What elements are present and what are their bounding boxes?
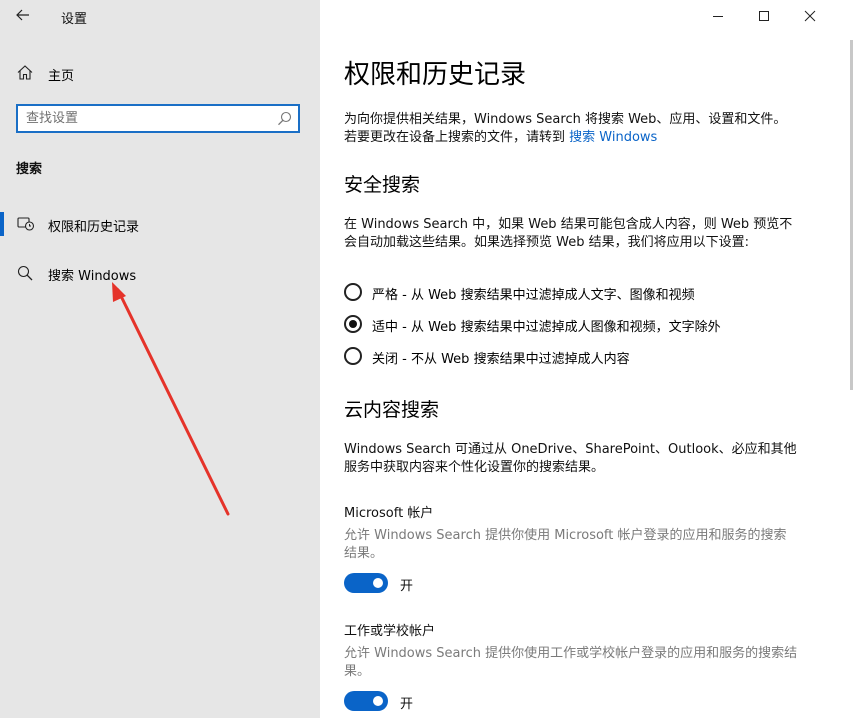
work-school-account-toggle[interactable] — [344, 691, 388, 711]
radio-off[interactable]: 关闭 - 不从 Web 搜索结果中过滤掉成人内容 — [344, 346, 814, 368]
back-button[interactable] — [10, 5, 36, 27]
title-bar: 设置 — [0, 0, 320, 32]
safe-search-heading: 安全搜索 — [344, 174, 421, 196]
radio-selected-dot — [349, 320, 357, 328]
back-arrow-icon — [16, 9, 29, 21]
sidebar-section-label: 搜索 — [16, 162, 43, 177]
search-box[interactable] — [16, 104, 300, 133]
sidebar-item-label: 主页 — [48, 69, 75, 84]
radio-label: 适中 - 从 Web 搜索结果中过滤掉成人图像和视频，文字除外 — [372, 320, 721, 335]
maximize-icon — [759, 11, 769, 21]
sidebar-item-label: 权限和历史记录 — [48, 220, 140, 235]
radio-moderate[interactable]: 适中 - 从 Web 搜索结果中过滤掉成人图像和视频，文字除外 — [344, 314, 814, 336]
radio-button[interactable] — [344, 283, 362, 301]
work-school-account-description: 允许 Windows Search 提供你使用工作或学校帐户登录的应用和服务的搜… — [344, 646, 798, 679]
intro-text-body: 为向你提供相关结果，Windows Search 将搜索 Web、应用、设置和文… — [344, 112, 787, 145]
microsoft-account-title: Microsoft 帐户 — [344, 506, 434, 521]
search-windows-link[interactable]: 搜索 Windows — [569, 130, 657, 145]
permissions-history-icon — [17, 217, 35, 231]
radio-strict[interactable]: 严格 - 从 Web 搜索结果中过滤掉成人文字、图像和视频 — [344, 282, 814, 304]
minimize-icon — [713, 16, 723, 17]
radio-button[interactable] — [344, 347, 362, 365]
sidebar-item-search-windows[interactable]: 搜索 Windows — [0, 255, 320, 291]
intro-text: 为向你提供相关结果，Windows Search 将搜索 Web、应用、设置和文… — [344, 111, 799, 147]
page-title: 权限和历史记录 — [344, 60, 527, 90]
search-input[interactable] — [26, 109, 271, 127]
close-button[interactable] — [787, 0, 833, 32]
scrollbar[interactable] — [850, 40, 853, 390]
toggle-label: 开 — [400, 697, 414, 712]
sidebar: 设置 主页 搜索 权限和历史记录 搜索 Windows — [0, 0, 320, 718]
toggle-knob — [373, 696, 383, 706]
close-icon — [804, 10, 816, 22]
search-icon — [17, 265, 33, 281]
cloud-search-heading: 云内容搜索 — [344, 399, 440, 421]
window-controls — [695, 0, 855, 32]
safe-search-description: 在 Windows Search 中，如果 Web 结果可能包含成人内容，则 W… — [344, 217, 793, 250]
home-icon — [17, 65, 33, 80]
work-school-account-title: 工作或学校帐户 — [344, 624, 436, 639]
sidebar-item-home[interactable]: 主页 — [0, 56, 320, 90]
search-icon[interactable] — [277, 111, 292, 126]
app-title: 设置 — [61, 12, 88, 27]
sidebar-item-permissions-history[interactable]: 权限和历史记录 — [0, 206, 320, 242]
sidebar-item-label: 搜索 Windows — [48, 269, 137, 284]
microsoft-account-description: 允许 Windows Search 提供你使用 Microsoft 帐户登录的应… — [344, 528, 787, 561]
radio-label: 严格 - 从 Web 搜索结果中过滤掉成人文字、图像和视频 — [372, 288, 695, 303]
main-content: 权限和历史记录 为向你提供相关结果，Windows Search 将搜索 Web… — [320, 0, 855, 718]
toggle-label: 开 — [400, 579, 414, 594]
cloud-search-description: Windows Search 可通过从 OneDrive、SharePoint、… — [344, 442, 797, 475]
maximize-button[interactable] — [741, 0, 787, 32]
minimize-button[interactable] — [695, 0, 741, 32]
radio-label: 关闭 - 不从 Web 搜索结果中过滤掉成人内容 — [372, 352, 630, 367]
selection-indicator — [0, 212, 4, 236]
toggle-knob — [373, 578, 383, 588]
microsoft-account-toggle[interactable] — [344, 573, 388, 593]
